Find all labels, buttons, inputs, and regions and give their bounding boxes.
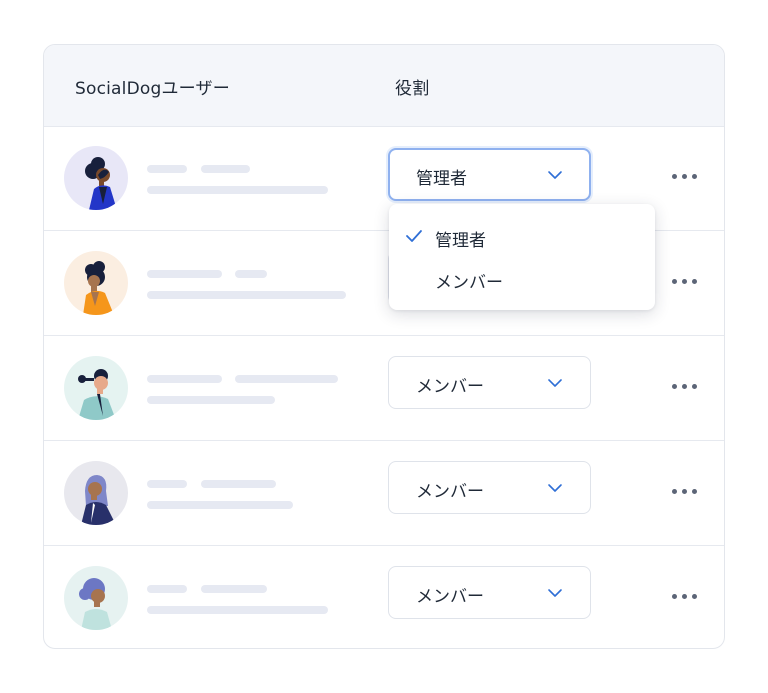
placeholder-bar (147, 396, 275, 404)
dot-icon (672, 174, 677, 179)
column-header-role: 役割 (395, 79, 430, 99)
dropdown-option-admin[interactable]: 管理者 (435, 226, 486, 251)
placeholder-bar (201, 585, 267, 593)
more-actions-button[interactable] (671, 171, 699, 183)
placeholder-bar (147, 291, 346, 299)
more-actions-button[interactable] (671, 381, 699, 393)
placeholder-bar (235, 375, 338, 383)
avatar (64, 566, 128, 630)
placeholder-bar (147, 480, 187, 488)
placeholder-bar (147, 165, 187, 173)
table-header: SocialDogユーザー 役割 (44, 45, 724, 127)
avatar (64, 146, 128, 210)
placeholder-bar (147, 375, 222, 383)
role-select[interactable]: メンバー (388, 461, 591, 514)
role-dropdown-menu: 管理者 メンバー (389, 204, 655, 310)
placeholder-bar (147, 186, 328, 194)
check-icon (406, 230, 422, 242)
chevron-down-icon (548, 484, 562, 492)
role-select[interactable]: 管理者 (388, 148, 591, 201)
dot-icon (682, 279, 687, 284)
dot-icon (692, 594, 697, 599)
dot-icon (682, 489, 687, 494)
dot-icon (682, 384, 687, 389)
column-header-user: SocialDogユーザー (75, 79, 230, 99)
dot-icon (672, 594, 677, 599)
role-select-value: メンバー (416, 377, 484, 397)
role-select[interactable]: メンバー (388, 566, 591, 619)
avatar (64, 251, 128, 315)
avatar (64, 356, 128, 420)
more-actions-button[interactable] (671, 486, 699, 498)
table-row: メンバー (44, 546, 724, 648)
placeholder-bar (147, 606, 328, 614)
table-row: メンバー (44, 336, 724, 441)
role-select-value: 管理者 (416, 169, 467, 189)
dot-icon (672, 489, 677, 494)
dot-icon (692, 384, 697, 389)
dropdown-option-member[interactable]: メンバー (435, 268, 503, 293)
chevron-down-icon (548, 379, 562, 387)
role-select-value: メンバー (416, 587, 484, 607)
placeholder-bar (201, 165, 250, 173)
more-actions-button[interactable] (671, 591, 699, 603)
dot-icon (692, 279, 697, 284)
members-table: SocialDogユーザー 役割 管理者 メンバー メンバー メンバー (43, 44, 725, 649)
placeholder-bar (201, 480, 276, 488)
role-select-value: メンバー (416, 482, 484, 502)
avatar (64, 461, 128, 525)
placeholder-bar (147, 270, 222, 278)
dot-icon (692, 174, 697, 179)
dot-icon (672, 279, 677, 284)
dot-icon (692, 489, 697, 494)
placeholder-bar (147, 501, 293, 509)
dot-icon (682, 174, 687, 179)
chevron-down-icon (548, 171, 562, 179)
chevron-down-icon (548, 589, 562, 597)
dot-icon (672, 384, 677, 389)
placeholder-bar (147, 585, 187, 593)
role-select[interactable]: メンバー (388, 356, 591, 409)
more-actions-button[interactable] (671, 276, 699, 288)
dot-icon (682, 594, 687, 599)
table-row: メンバー (44, 441, 724, 546)
placeholder-bar (235, 270, 267, 278)
